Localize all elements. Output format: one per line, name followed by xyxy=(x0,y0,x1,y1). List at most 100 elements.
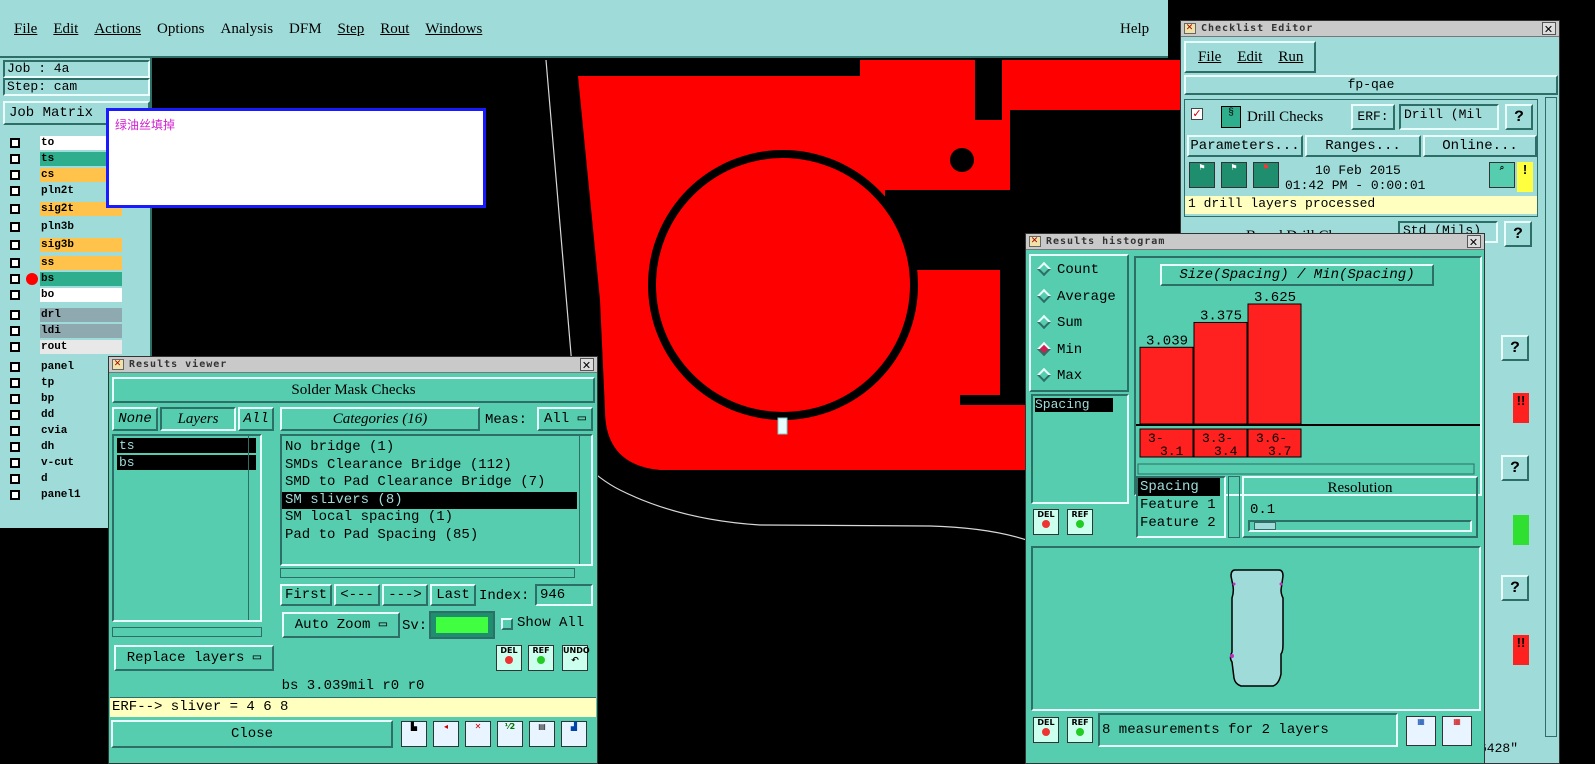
layer-checkbox[interactable] xyxy=(10,426,20,436)
stop-icon[interactable]: ⚑ xyxy=(1253,162,1279,188)
layer-row[interactable]: bo xyxy=(8,288,122,302)
layer-name[interactable]: pln3b xyxy=(40,220,122,234)
layer-checkbox[interactable] xyxy=(10,342,20,352)
histogram-bar[interactable] xyxy=(1139,346,1194,425)
erf-delete-icon[interactable]: ✕ xyxy=(465,721,491,747)
histogram-bar[interactable] xyxy=(1247,303,1302,425)
online-button[interactable]: Online... xyxy=(1423,135,1537,157)
layer-row[interactable]: pln3b xyxy=(8,220,122,234)
measure-radio-sum[interactable]: Sum xyxy=(1036,315,1082,331)
arrow-icon[interactable]: ◂ xyxy=(433,721,459,747)
menu-step[interactable]: Step xyxy=(338,21,365,37)
check-enable-checkbox[interactable]: ✓ xyxy=(1191,108,1203,120)
histogram-report-icon[interactable]: ▦ xyxy=(1406,716,1436,746)
resolution-slider[interactable] xyxy=(1248,520,1472,532)
menu-rout[interactable]: Rout xyxy=(380,21,409,37)
run-icon[interactable]: ⚑ xyxy=(1189,162,1215,188)
layer-checkbox[interactable] xyxy=(10,378,20,388)
attr-list-item[interactable]: Feature 2 xyxy=(1138,514,1224,532)
layer-checkbox[interactable] xyxy=(10,474,20,484)
meas-dropdown[interactable]: All ▭ xyxy=(537,407,593,431)
category-list-item[interactable]: No bridge (1) xyxy=(282,439,577,457)
layer-row[interactable]: v-cut xyxy=(8,456,122,470)
layer-row[interactable]: panel1 xyxy=(8,488,122,502)
category-list-item[interactable]: SMD to Pad Clearance Bridge (7) xyxy=(282,474,577,492)
prev-button[interactable]: <--- xyxy=(334,584,380,606)
layer-name[interactable]: ldi xyxy=(40,324,122,338)
layer-row[interactable]: rout xyxy=(8,340,122,354)
checklist-menu-run[interactable]: Run xyxy=(1278,49,1303,65)
checklist-menu-edit[interactable]: Edit xyxy=(1237,49,1262,65)
next-button[interactable]: ---> xyxy=(382,584,428,606)
layer-row[interactable]: sig3b xyxy=(8,238,122,252)
layer-checkbox[interactable] xyxy=(10,204,20,214)
menu-edit[interactable]: Edit xyxy=(53,21,78,37)
layer-checkbox[interactable] xyxy=(10,240,20,250)
layer-row[interactable]: cvia xyxy=(8,424,122,438)
menu-dfm[interactable]: DFM xyxy=(289,21,322,37)
layer-name[interactable]: sig3b xyxy=(40,238,122,252)
run-selected-icon[interactable]: ⚑ xyxy=(1221,162,1247,188)
parameters-button[interactable]: Parameters... xyxy=(1187,135,1303,157)
all-button[interactable]: All xyxy=(238,407,274,431)
menu-help[interactable]: Help xyxy=(1120,21,1149,38)
layer-name[interactable]: rout xyxy=(40,340,122,354)
vertical-scrollbar[interactable] xyxy=(1228,476,1240,538)
ref-button[interactable]: REF xyxy=(528,645,554,671)
erf-input[interactable]: Drill (Mil xyxy=(1399,104,1499,130)
horizontal-scrollbar[interactable] xyxy=(112,627,262,637)
attr-list-item[interactable]: Feature 1 xyxy=(1138,496,1224,514)
horizontal-scrollbar[interactable] xyxy=(1137,463,1475,475)
layer-checkbox[interactable] xyxy=(10,362,20,372)
auto-zoom-dropdown[interactable]: Auto Zoom ▭ xyxy=(282,612,400,638)
notes-icon[interactable]: ▤ xyxy=(529,721,555,747)
menu-options[interactable]: Options xyxy=(157,21,205,37)
ref-button[interactable]: REF xyxy=(1067,717,1093,743)
measure-radio-min[interactable]: Min xyxy=(1036,342,1082,358)
measure-radio-average[interactable]: Average xyxy=(1036,289,1116,305)
replace-layers-dropdown[interactable]: Replace layers ▭ xyxy=(114,645,274,671)
menu-file[interactable]: File xyxy=(14,21,37,37)
sv-color-dropdown[interactable] xyxy=(429,611,495,639)
close-button[interactable]: Close xyxy=(111,720,393,748)
categories-listbox[interactable]: No bridge (1) SMDs Clearance Bridge (112)… xyxy=(280,434,593,566)
resolution-attr-listbox[interactable]: Spacing Feature 1 Feature 2 xyxy=(1136,476,1226,538)
layer-checkbox[interactable] xyxy=(10,154,20,164)
ranges-button[interactable]: Ranges... xyxy=(1305,135,1421,157)
layer-checkbox[interactable] xyxy=(10,258,20,268)
measure-radio-count[interactable]: Count xyxy=(1036,262,1099,278)
layer-list-item[interactable]: ts xyxy=(117,438,256,453)
layer-checkbox[interactable] xyxy=(10,222,20,232)
layer-row[interactable]: tp xyxy=(8,376,122,390)
show-all-checkbox[interactable] xyxy=(501,618,513,630)
close-icon[interactable]: ✕ xyxy=(1542,22,1556,36)
menu-windows[interactable]: Windows xyxy=(425,21,482,37)
layer-row[interactable]: ts xyxy=(8,152,122,166)
category-list-item[interactable]: SM slivers (8) xyxy=(282,491,577,510)
layer-list-item[interactable]: bs xyxy=(117,455,256,470)
layer-checkbox[interactable] xyxy=(10,490,20,500)
menu-actions[interactable]: Actions xyxy=(94,21,141,37)
histogram-icon[interactable]: ▟ xyxy=(561,721,587,747)
layer-row[interactable]: dd xyxy=(8,408,122,422)
layer-name[interactable]: bo xyxy=(40,288,122,302)
measure-icon[interactable]: ⅟2 xyxy=(497,721,523,747)
last-button[interactable]: Last xyxy=(430,584,476,606)
layer-checkbox[interactable] xyxy=(10,458,20,468)
close-icon[interactable]: ✕ xyxy=(1467,235,1481,249)
layer-checkbox[interactable] xyxy=(10,326,20,336)
help-button[interactable]: ? xyxy=(1501,575,1529,601)
layers-button[interactable]: Layers xyxy=(160,407,236,431)
help-button[interactable]: ? xyxy=(1501,455,1529,481)
layer-checkbox[interactable] xyxy=(10,290,20,300)
histogram-export-icon[interactable]: ▦ xyxy=(1442,716,1472,746)
layer-row[interactable]: to xyxy=(8,136,122,150)
layer-name[interactable]: drl xyxy=(40,308,122,322)
help-button[interactable]: ? xyxy=(1501,335,1529,361)
del-button[interactable]: DEL xyxy=(496,645,522,671)
layer-checkbox[interactable] xyxy=(10,410,20,420)
vertical-scrollbar[interactable] xyxy=(579,436,593,564)
measure-radio-max[interactable]: Max xyxy=(1036,368,1082,384)
layer-row[interactable]: panel xyxy=(8,360,122,374)
layer-row[interactable]: drl xyxy=(8,308,122,322)
